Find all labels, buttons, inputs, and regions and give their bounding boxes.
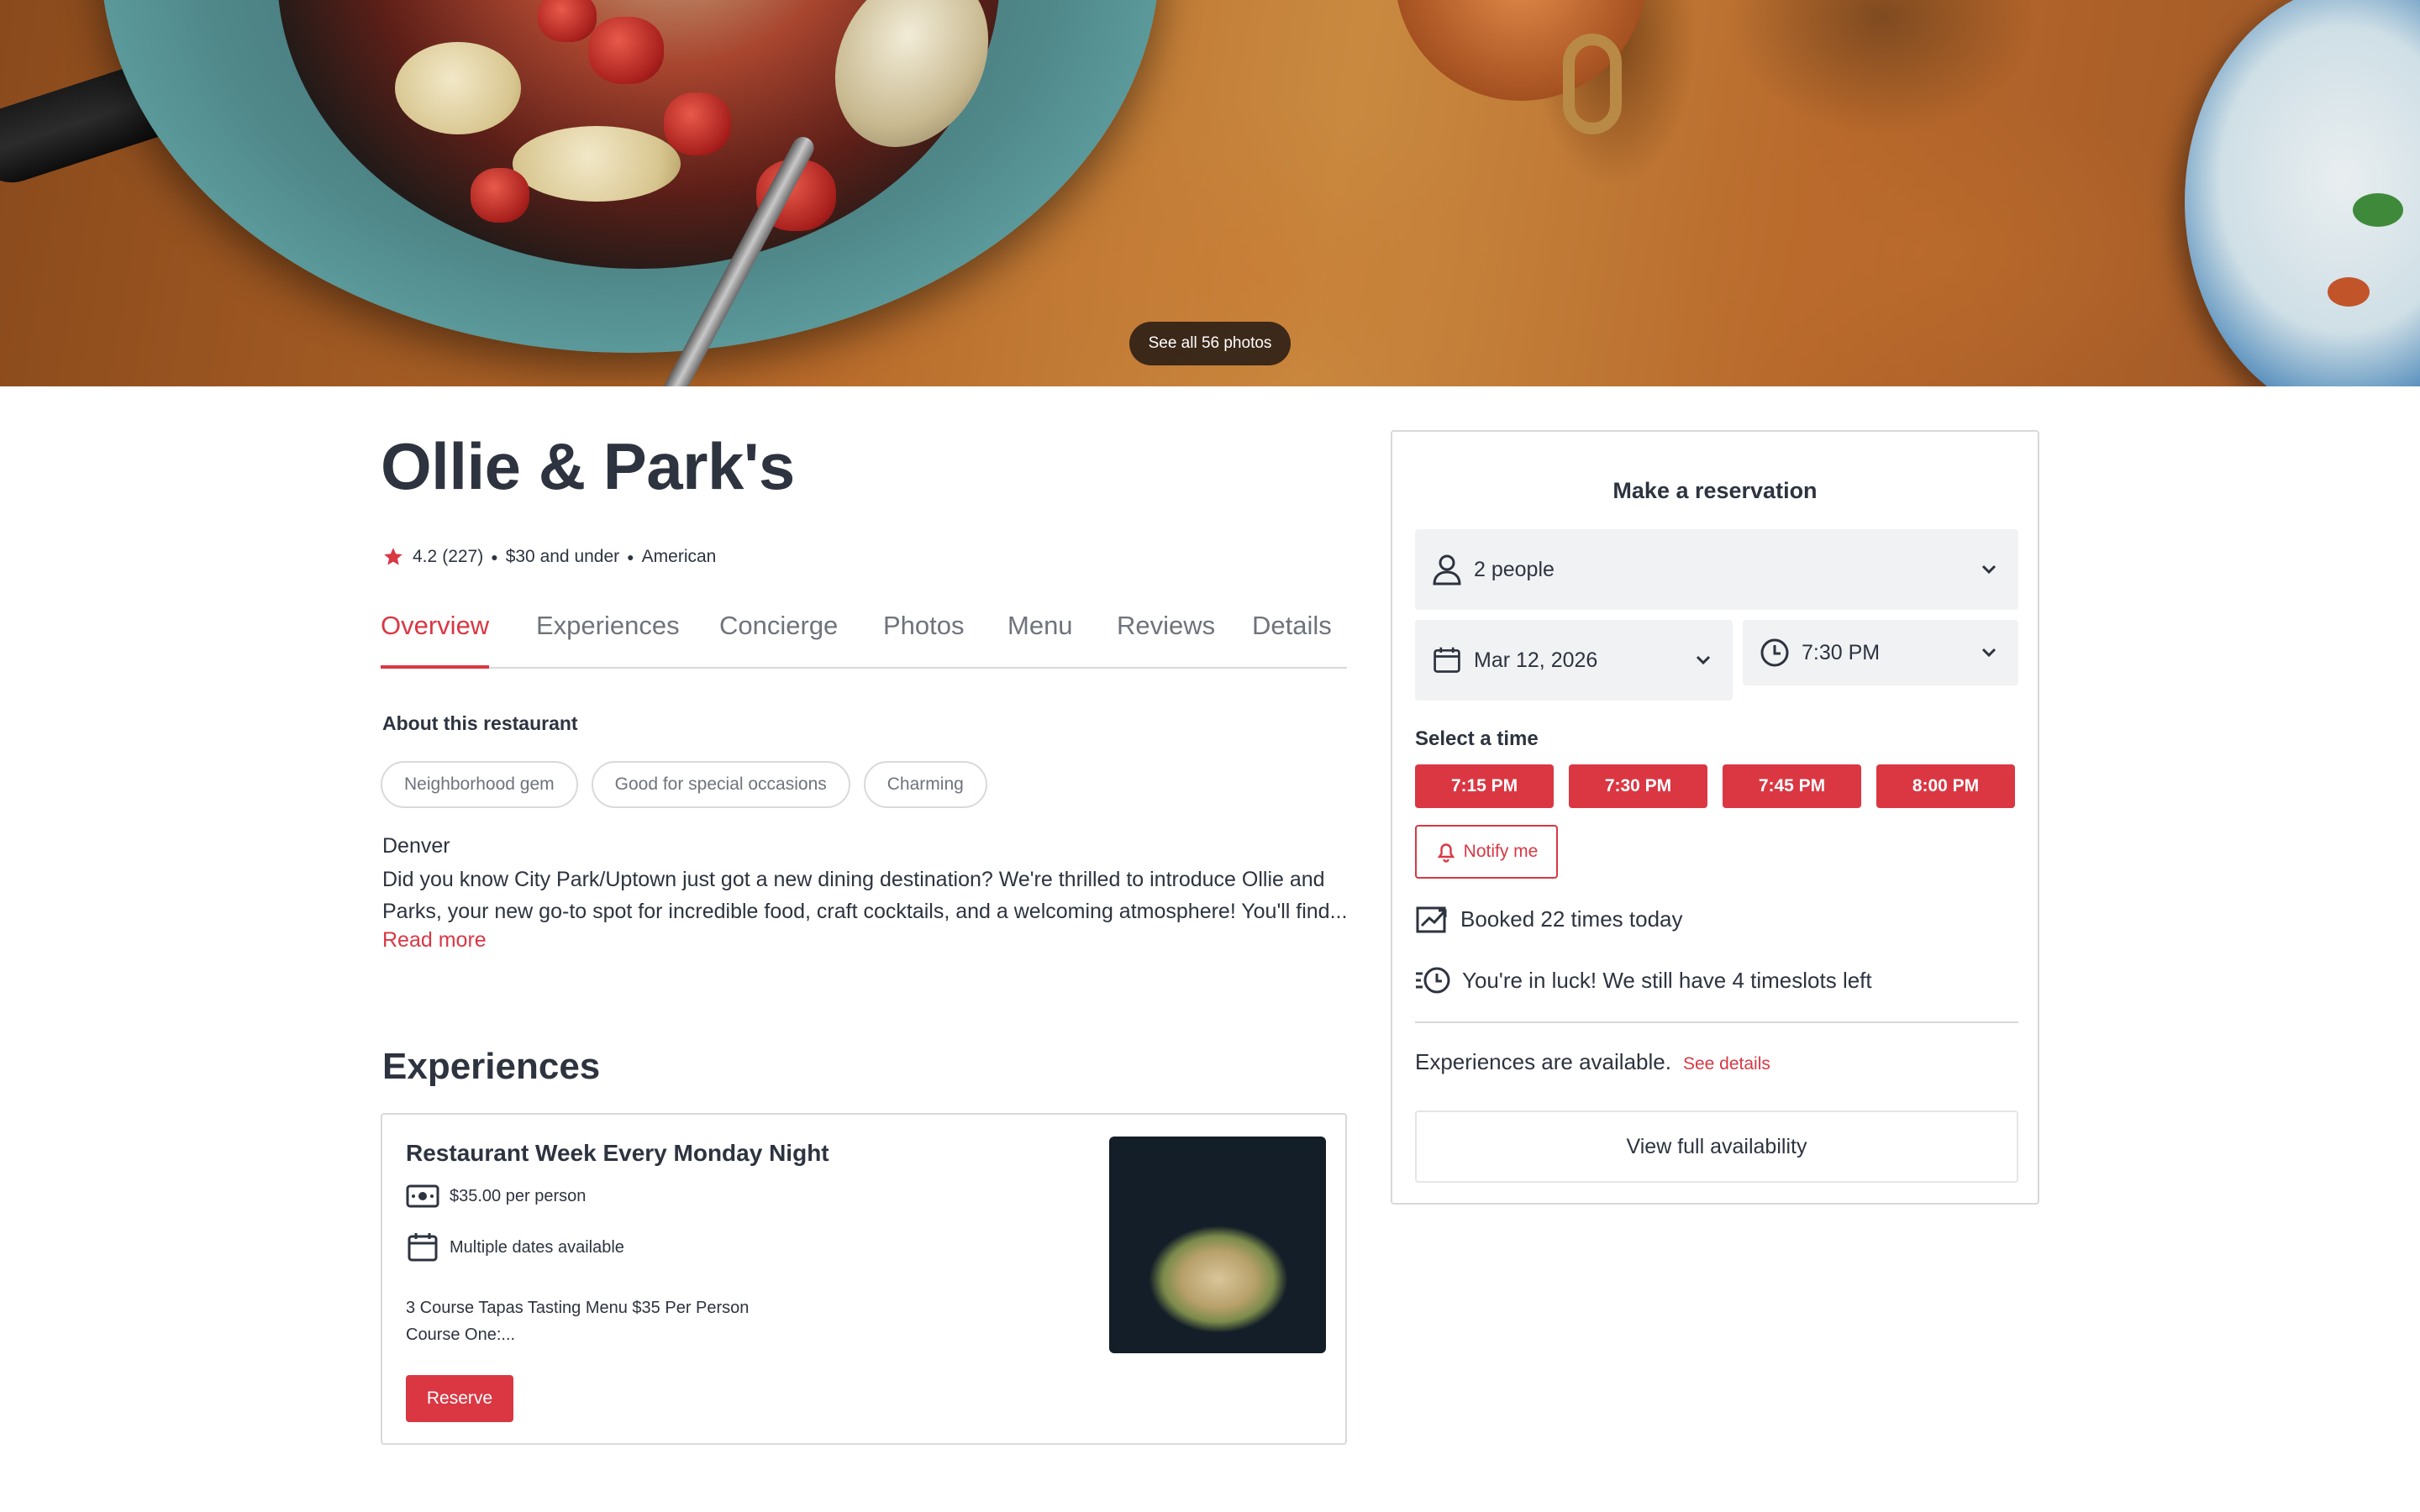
calendar-icon bbox=[408, 1233, 438, 1262]
separator-dot: ● bbox=[491, 550, 498, 564]
time-slot-button[interactable]: 8:00 PM bbox=[1876, 764, 2015, 808]
experience-desc-line: Course One:... bbox=[406, 1326, 516, 1344]
read-more-link[interactable]: Read more bbox=[382, 928, 487, 953]
booked-today: Booked 22 times today bbox=[1415, 904, 1683, 934]
select-time-heading: Select a time bbox=[1415, 727, 1539, 750]
time-slot-button[interactable]: 7:15 PM bbox=[1415, 764, 1554, 808]
time-slot-button[interactable]: 7:45 PM bbox=[1723, 764, 1861, 808]
chevron-down-icon bbox=[1981, 564, 1996, 575]
time-slots: 7:15 PM 7:30 PM 7:45 PM 8:00 PM bbox=[1415, 764, 2015, 808]
section-tabs: Overview Experiences Concierge Photos Me… bbox=[381, 606, 1347, 669]
tag-chip[interactable]: Good for special occasions bbox=[591, 761, 850, 808]
chevron-down-icon bbox=[1696, 655, 1711, 665]
tag-list: Neighborhood gem Good for special occasi… bbox=[381, 761, 987, 808]
reservation-title: Make a reservation bbox=[1612, 478, 1818, 503]
tab-photos[interactable]: Photos bbox=[883, 606, 965, 667]
food-detail bbox=[471, 168, 529, 223]
notify-me-button[interactable]: Notify me bbox=[1415, 825, 1558, 879]
food-detail bbox=[395, 42, 521, 134]
tag-chip[interactable]: Neighborhood gem bbox=[381, 761, 578, 808]
bell-icon bbox=[1437, 843, 1455, 863]
experience-dates: Multiple dates available bbox=[450, 1237, 624, 1257]
chevron-down-icon bbox=[1981, 648, 1996, 658]
rating-value: 4.2 bbox=[413, 547, 438, 566]
food-detail bbox=[513, 126, 681, 202]
clock-lines-icon bbox=[1416, 967, 1450, 994]
time-value: 7:30 PM bbox=[1802, 640, 1881, 664]
separator-dot: ● bbox=[627, 550, 634, 564]
time-select[interactable]: 7:30 PM bbox=[1743, 620, 2018, 685]
timeslots-left-text: You're in luck! We still have 4 timeslot… bbox=[1462, 967, 1872, 993]
food-detail bbox=[664, 92, 731, 155]
food-detail bbox=[2328, 277, 2370, 307]
experience-image[interactable] bbox=[1109, 1137, 1326, 1353]
experience-card[interactable]: Restaurant Week Every Monday Night $35.0… bbox=[381, 1113, 1347, 1445]
clock-icon bbox=[1760, 638, 1789, 667]
see-details-link[interactable]: See details bbox=[1683, 1054, 1770, 1074]
food-detail bbox=[538, 0, 597, 42]
experience-price-row: $35.00 per person bbox=[406, 1184, 586, 1209]
food-detail bbox=[588, 17, 664, 84]
hero-photo[interactable]: See all 56 photos bbox=[0, 0, 2420, 386]
experience-dates-row: Multiple dates available bbox=[406, 1232, 624, 1263]
experience-desc-line: 3 Course Tapas Tasting Menu $35 Per Pers… bbox=[406, 1299, 750, 1317]
mug-image bbox=[1563, 34, 1622, 134]
booked-today-text: Booked 22 times today bbox=[1460, 906, 1683, 932]
city-label: Denver bbox=[382, 834, 450, 858]
experience-description: 3 Course Tapas Tasting Menu $35 Per Pers… bbox=[406, 1294, 749, 1348]
review-count[interactable]: (227) bbox=[442, 547, 483, 567]
person-icon bbox=[1433, 554, 1461, 585]
tab-reviews[interactable]: Reviews bbox=[1117, 606, 1215, 667]
tab-experiences[interactable]: Experiences bbox=[536, 606, 680, 667]
experience-title[interactable]: Restaurant Week Every Monday Night bbox=[406, 1140, 829, 1167]
timeslots-left: You're in luck! We still have 4 timeslot… bbox=[1415, 966, 1872, 995]
see-all-photos-button[interactable]: See all 56 photos bbox=[1129, 322, 1291, 365]
restaurant-name: Ollie & Park's bbox=[381, 429, 795, 503]
tab-overview[interactable]: Overview bbox=[381, 606, 490, 669]
trending-up-icon bbox=[1416, 906, 1447, 933]
experiences-heading: Experiences bbox=[382, 1046, 601, 1087]
restaurant-description: Did you know City Park/Uptown just got a… bbox=[382, 868, 1348, 923]
date-value: Mar 12, 2026 bbox=[1474, 648, 1598, 672]
cuisine: American bbox=[641, 547, 717, 566]
star-icon bbox=[384, 548, 402, 565]
price-range: $30 and under bbox=[505, 547, 620, 566]
view-full-availability-button[interactable]: View full availability bbox=[1415, 1110, 2018, 1183]
food-detail bbox=[2353, 193, 2403, 227]
party-size-value: 2 people bbox=[1474, 557, 1555, 581]
calendar-icon bbox=[1434, 647, 1460, 673]
time-slot-button[interactable]: 7:30 PM bbox=[1569, 764, 1707, 808]
tab-concierge[interactable]: Concierge bbox=[719, 606, 838, 667]
experience-reserve-button[interactable]: Reserve bbox=[406, 1375, 513, 1422]
cash-icon bbox=[406, 1184, 439, 1208]
experiences-available: Experiences are available. See details bbox=[1415, 1049, 1770, 1075]
party-size-select[interactable]: 2 people bbox=[1415, 529, 2018, 610]
tag-chip[interactable]: Charming bbox=[863, 761, 987, 808]
restaurant-meta: 4.2 (227) ● $30 and under ● American bbox=[382, 546, 716, 568]
reservation-panel: Make a reservation 2 people Mar 12, 2026… bbox=[1391, 430, 2039, 1205]
experience-price: $35.00 per person bbox=[450, 1186, 587, 1205]
tab-details[interactable]: Details bbox=[1252, 606, 1332, 667]
about-heading: About this restaurant bbox=[382, 712, 578, 734]
date-select[interactable]: Mar 12, 2026 bbox=[1415, 620, 1733, 701]
tab-menu[interactable]: Menu bbox=[1007, 606, 1073, 667]
divider bbox=[1415, 1021, 2018, 1023]
experiences-available-text: Experiences are available. bbox=[1415, 1049, 1671, 1074]
notify-me-label: Notify me bbox=[1463, 842, 1539, 861]
